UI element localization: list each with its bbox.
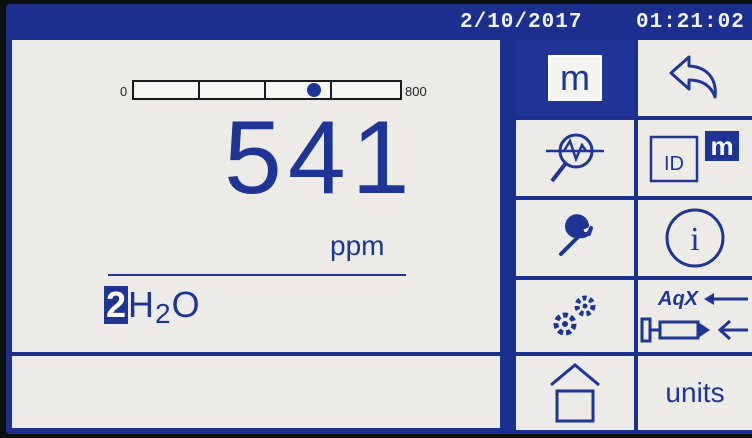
status-bar: 2/10/2017 01:21:02 (6, 4, 752, 40)
m-menu-button[interactable]: m (516, 40, 634, 116)
gears-icon (553, 295, 596, 336)
id-button[interactable]: ID m (638, 120, 752, 196)
device-screen: 2/10/2017 01:21:02 0 800 541 ppm 2 H 2 O… (6, 4, 752, 434)
svg-text:ID: ID (664, 153, 684, 175)
back-button[interactable] (638, 40, 752, 116)
status-time: 01:21:02 (636, 11, 745, 34)
range-tick (264, 82, 266, 98)
wrench-icon (559, 214, 593, 256)
units-button[interactable]: units (638, 356, 752, 430)
svg-text:m: m (710, 131, 733, 161)
aqx-syringe-icon: AqX (640, 288, 748, 343)
settings-button[interactable] (516, 280, 634, 352)
range-tick (330, 82, 332, 98)
aqx-button[interactable]: AqX (638, 280, 752, 352)
id-m-icon: ID m (649, 131, 739, 183)
channel-label[interactable]: 2 H 2 O (104, 284, 200, 329)
channel-number: 2 (104, 284, 129, 325)
info-icon: i (665, 208, 725, 268)
trend-button[interactable] (516, 120, 634, 196)
channel-formula-subscript: 2 (155, 298, 171, 329)
home-button[interactable] (516, 356, 634, 430)
channel-formula-part2: O (171, 284, 200, 325)
status-date: 2/10/2017 (460, 11, 583, 34)
range-min-label: 0 (120, 84, 128, 99)
svg-text:i: i (690, 221, 699, 258)
svg-text:m: m (560, 57, 590, 98)
channel-formula-part1: H (128, 284, 155, 325)
message-area (12, 356, 500, 428)
range-bar (132, 80, 402, 100)
range-tick (198, 82, 200, 98)
divider (108, 274, 406, 276)
m-menu-icon: m (548, 55, 602, 101)
back-arrow-icon (669, 55, 717, 99)
range-max-label: 800 (405, 84, 427, 99)
units-button-label: units (665, 377, 725, 408)
wrench-button[interactable] (516, 200, 634, 276)
home-icon (550, 363, 600, 423)
measurement-unit: ppm (330, 230, 385, 261)
info-button[interactable]: i (638, 200, 752, 276)
measurement-value: 541 (224, 100, 416, 216)
measurement-display: 0 800 541 ppm 2 H 2 O (12, 40, 500, 352)
trend-magnifier-icon (546, 133, 604, 183)
range-marker (307, 83, 321, 97)
svg-text:AqX: AqX (657, 288, 700, 310)
